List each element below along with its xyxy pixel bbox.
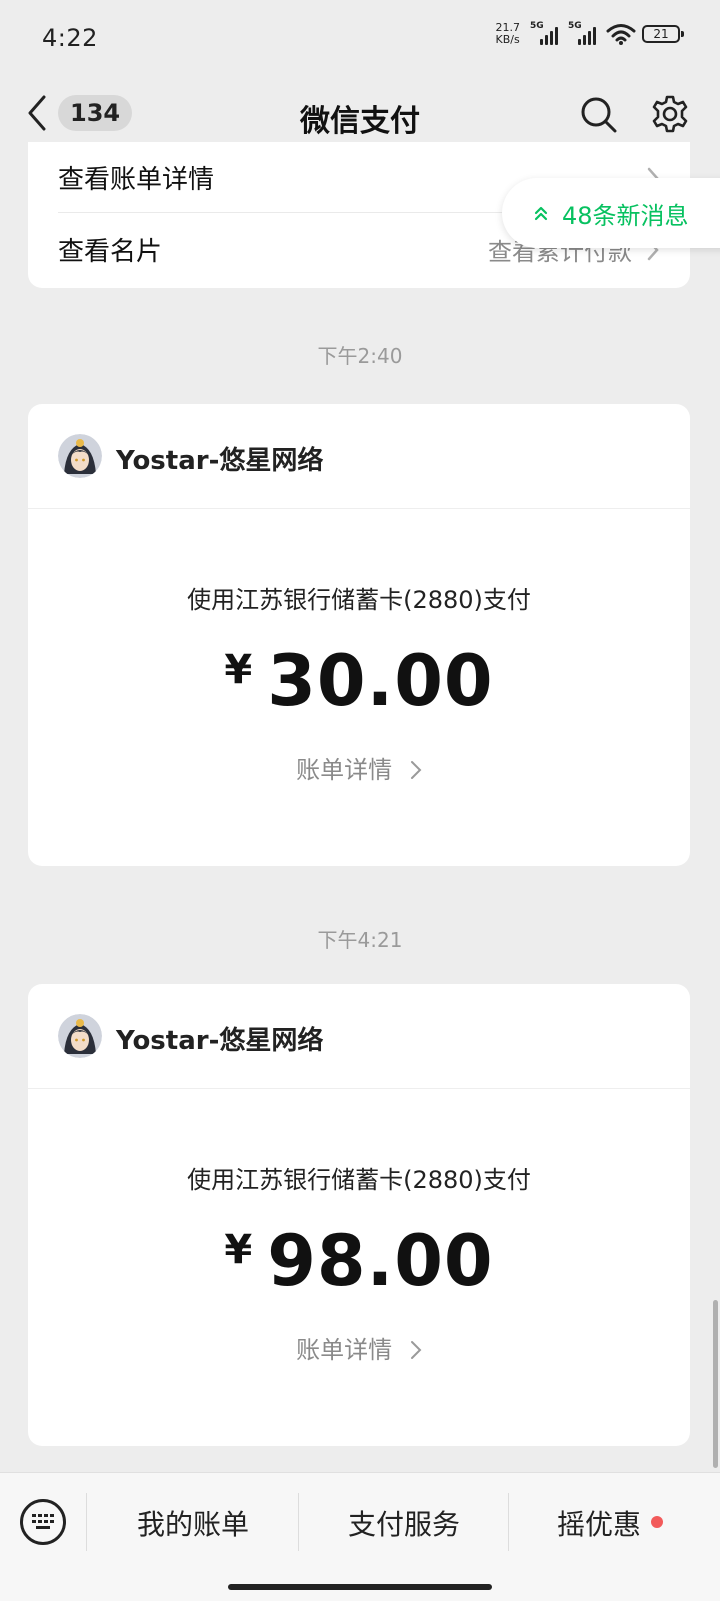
payment-amount: ¥98.00 xyxy=(28,1220,690,1302)
merchant-avatar xyxy=(58,1014,102,1058)
home-indicator[interactable] xyxy=(228,1584,492,1590)
payment-method: 使用江苏银行储蓄卡(2880)支付 xyxy=(187,1166,531,1194)
keyboard-toggle-button[interactable] xyxy=(20,1499,66,1545)
bill-detail-label: 账单详情 xyxy=(296,756,393,784)
amount-value: 30.00 xyxy=(267,640,494,722)
double-chevron-up-icon xyxy=(534,206,548,221)
payment-card-header: Yostar-悠星网络 xyxy=(28,984,690,1089)
chevron-right-icon xyxy=(410,761,422,779)
currency-symbol: ¥ xyxy=(224,647,254,693)
merchant-avatar xyxy=(58,434,102,478)
payment-services-button[interactable]: 支付服务 xyxy=(300,1503,508,1543)
bill-detail-link[interactable]: 账单详情 xyxy=(28,750,690,785)
divider xyxy=(298,1493,299,1551)
merchant-name: Yostar-悠星网络 xyxy=(116,446,324,476)
bill-detail-label: 账单详情 xyxy=(296,1336,393,1364)
payment-card[interactable]: Yostar-悠星网络 使用江苏银行储蓄卡(2880)支付 ¥30.00 账单详… xyxy=(28,404,690,866)
scrollbar[interactable] xyxy=(713,1300,718,1468)
status-time: 4:22 xyxy=(42,24,98,52)
sim1-label: 5G xyxy=(530,21,544,31)
search-icon[interactable] xyxy=(578,94,618,134)
bottom-menu-bar: 我的账单 支付服务 摇优惠 xyxy=(0,1472,720,1601)
message-timestamp: 下午4:21 xyxy=(317,928,403,952)
my-bills-button[interactable]: 我的账单 xyxy=(88,1503,298,1543)
gear-icon[interactable] xyxy=(650,94,690,134)
signal-icon: 5G xyxy=(530,21,558,45)
payment-method: 使用江苏银行储蓄卡(2880)支付 xyxy=(187,586,531,614)
chevron-right-icon xyxy=(410,1341,422,1359)
payment-card-header: Yostar-悠星网络 xyxy=(28,404,690,509)
sim2-label: 5G xyxy=(568,21,582,31)
signal-icon-2: 5G xyxy=(568,21,596,45)
divider xyxy=(508,1493,509,1551)
divider xyxy=(86,1493,87,1551)
view-card-label: 查看名片 xyxy=(58,236,163,267)
view-bill-details-label: 查看账单详情 xyxy=(58,164,215,195)
battery-icon: 21 xyxy=(642,25,684,43)
message-timestamp: 下午2:40 xyxy=(317,344,403,368)
new-messages-label: 48条新消息 xyxy=(562,201,689,230)
payment-card[interactable]: Yostar-悠星网络 使用江苏银行储蓄卡(2880)支付 ¥98.00 账单详… xyxy=(28,984,690,1446)
currency-symbol: ¥ xyxy=(224,1227,254,1273)
status-bar: 4:22 21.7 KB/s 5G 5G 21 xyxy=(0,0,720,76)
shake-deals-label: 摇优惠 xyxy=(556,1508,641,1541)
payment-amount: ¥30.00 xyxy=(28,640,690,722)
network-speed: 21.7 KB/s xyxy=(496,22,521,46)
shake-deals-button[interactable]: 摇优惠 xyxy=(510,1503,710,1543)
merchant-name: Yostar-悠星网络 xyxy=(116,1026,324,1056)
new-messages-button[interactable]: 48条新消息 xyxy=(502,178,720,248)
keyboard-icon xyxy=(32,1514,54,1529)
wifi-icon xyxy=(606,24,636,45)
amount-value: 98.00 xyxy=(267,1220,494,1302)
network-speed-unit: KB/s xyxy=(495,33,520,46)
bill-detail-link[interactable]: 账单详情 xyxy=(28,1330,690,1365)
header: 134 微信支付 xyxy=(0,76,720,152)
status-icons: 21.7 KB/s 5G 5G 21 xyxy=(496,21,684,46)
notification-dot xyxy=(651,1516,663,1528)
